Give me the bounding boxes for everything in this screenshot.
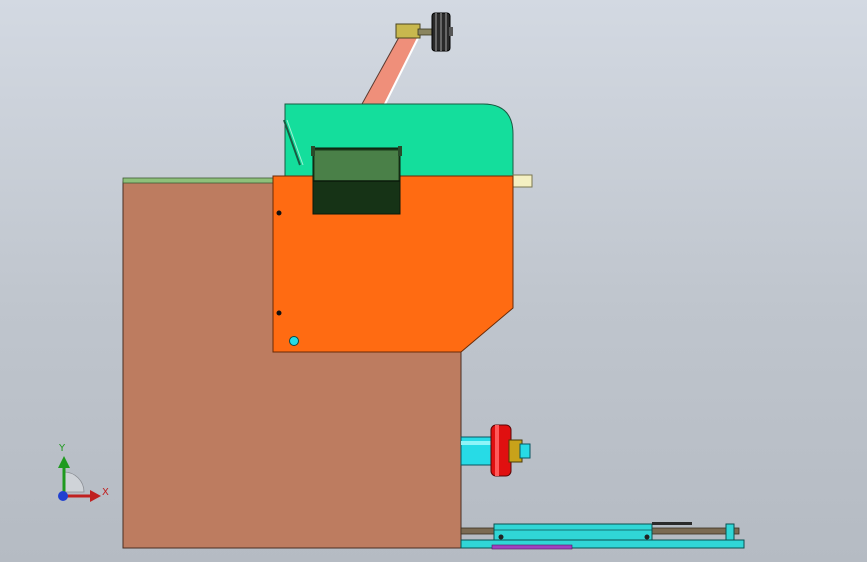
screw-hole xyxy=(276,310,282,316)
z-axis-dot xyxy=(58,491,68,501)
cad-viewport[interactable]: Y X xyxy=(0,0,867,562)
bottom-rail[interactable] xyxy=(460,522,745,550)
top-plate xyxy=(122,177,276,184)
x-axis-label: X xyxy=(102,487,109,498)
motor-body[interactable] xyxy=(395,23,421,39)
red-flange[interactable] xyxy=(490,424,512,477)
drawer-box[interactable] xyxy=(311,146,402,215)
indicator-light[interactable] xyxy=(289,336,299,346)
model-canvas[interactable] xyxy=(0,0,867,562)
shaft-end xyxy=(519,443,531,459)
axis-triad xyxy=(58,456,101,502)
y-axis-label: Y xyxy=(59,443,66,454)
side-tab xyxy=(512,174,533,188)
pulley[interactable] xyxy=(431,12,453,52)
screw-hole xyxy=(276,210,282,216)
